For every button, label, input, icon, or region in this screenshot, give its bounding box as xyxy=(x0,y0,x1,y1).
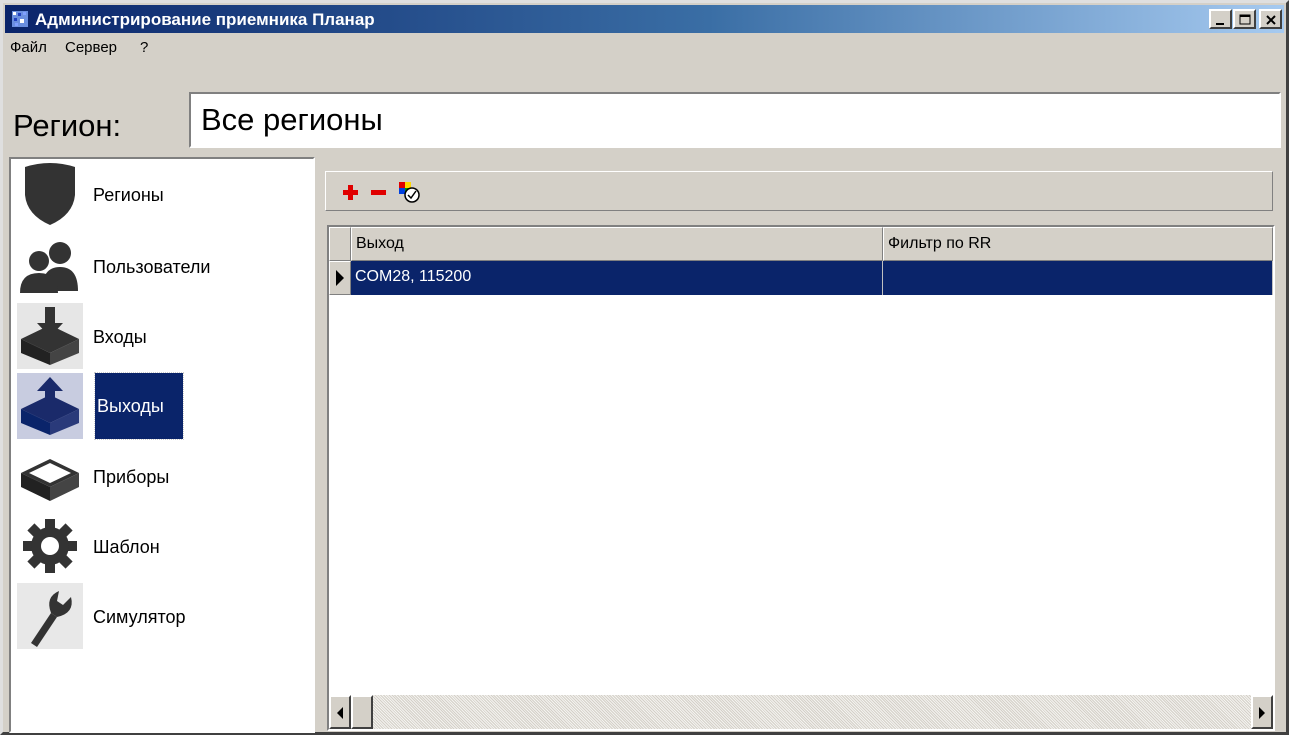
edit-properties-icon[interactable] xyxy=(396,179,422,205)
table-row[interactable]: COM28, 115200 xyxy=(329,261,1273,295)
nav-item-template[interactable]: Шаблон xyxy=(17,513,311,579)
menu-file[interactable]: Файл xyxy=(10,39,47,56)
cell-rr-filter[interactable] xyxy=(883,261,1273,295)
nav-label-template: Шаблон xyxy=(93,537,160,557)
shield-icon xyxy=(25,163,75,225)
row-indicator xyxy=(329,261,351,295)
minimize-button[interactable] xyxy=(1209,9,1232,29)
gear-icon xyxy=(23,519,77,573)
horizontal-scrollbar[interactable] xyxy=(329,695,1273,729)
column-header-rr-filter[interactable]: Фильтр по RR xyxy=(883,227,1273,261)
menu-help[interactable]: ? xyxy=(140,39,148,56)
nav-label-users: Пользователи xyxy=(93,257,211,277)
nav-label-devices: Приборы xyxy=(93,467,170,487)
window-title: Администрирование приемника Планар xyxy=(35,10,375,29)
nav-item-outputs[interactable]: Выходы xyxy=(17,372,311,440)
content-panel: Выход Фильтр по RR COM28, 115200 xyxy=(321,157,1285,733)
remove-minus-icon[interactable] xyxy=(366,179,392,205)
nav-panel: Регионы Пользователи Входы Выходы Прибор… xyxy=(9,157,315,733)
menu-bar: Файл Сервер ? xyxy=(5,35,1284,61)
nav-label-regions: Регионы xyxy=(93,185,164,205)
data-grid: Выход Фильтр по RR COM28, 115200 xyxy=(327,225,1275,731)
nav-label-outputs: Выходы xyxy=(94,372,184,440)
inbox-download-icon xyxy=(17,303,83,369)
add-plus-icon[interactable] xyxy=(338,179,364,205)
wrench-icon xyxy=(17,583,83,649)
nav-label-inputs: Входы xyxy=(93,327,147,347)
arrow-right-icon xyxy=(1259,707,1265,719)
nav-item-users[interactable]: Пользователи xyxy=(17,233,311,299)
column-header-output[interactable]: Выход xyxy=(351,227,883,261)
region-label: Регион: xyxy=(13,108,122,143)
device-box-icon xyxy=(21,459,79,501)
nav-item-devices[interactable]: Приборы xyxy=(17,443,311,509)
scroll-thumb[interactable] xyxy=(351,695,373,729)
outbox-upload-icon xyxy=(17,373,83,439)
minimize-icon xyxy=(1216,23,1224,25)
nav-label-simulator: Симулятор xyxy=(93,607,186,627)
row-pointer-icon xyxy=(336,270,344,286)
scroll-right-button[interactable] xyxy=(1251,695,1273,729)
nav-item-regions[interactable]: Регионы xyxy=(17,161,311,227)
nav-item-inputs[interactable]: Входы xyxy=(17,303,311,369)
cell-output[interactable]: COM28, 115200 xyxy=(351,261,883,295)
maximize-button[interactable] xyxy=(1233,9,1256,29)
arrow-left-icon xyxy=(337,707,343,719)
close-button[interactable] xyxy=(1259,9,1282,29)
nav-item-simulator[interactable]: Симулятор xyxy=(17,583,311,649)
region-bar: Регион: Все регионы xyxy=(5,63,1284,153)
maximize-icon xyxy=(1239,14,1251,25)
app-window: Администрирование приемника Планар Файл … xyxy=(0,0,1289,735)
region-value-field[interactable]: Все регионы xyxy=(189,92,1281,148)
grid-header: Выход Фильтр по RR xyxy=(329,227,1273,263)
scroll-left-button[interactable] xyxy=(329,695,351,729)
app-icon xyxy=(12,11,28,27)
title-bar[interactable]: Администрирование приемника Планар xyxy=(5,5,1284,33)
menu-server[interactable]: Сервер xyxy=(65,39,117,56)
header-corner xyxy=(329,227,351,261)
users-icon xyxy=(20,242,78,293)
close-icon xyxy=(1266,15,1276,25)
toolbar xyxy=(325,171,1273,211)
